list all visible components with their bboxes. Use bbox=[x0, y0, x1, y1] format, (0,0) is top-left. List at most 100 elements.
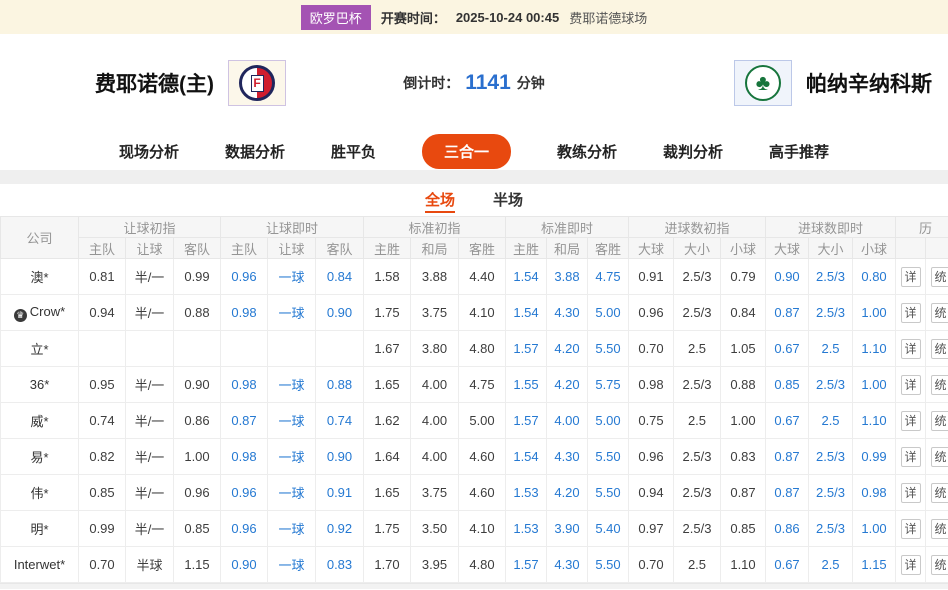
stats-button[interactable]: 统 bbox=[931, 519, 948, 539]
detail-button[interactable]: 详 bbox=[901, 339, 921, 359]
odds-cell[interactable]: 0.87 bbox=[766, 439, 809, 475]
odds-cell[interactable]: 2.5/3 bbox=[809, 259, 853, 295]
odds-cell[interactable]: 2.5 bbox=[809, 331, 853, 367]
odds-cell[interactable]: 5.50 bbox=[588, 547, 629, 583]
odds-cell[interactable]: 5.00 bbox=[588, 403, 629, 439]
odds-cell[interactable]: 0.98 bbox=[221, 439, 268, 475]
odds-cell[interactable]: 0.87 bbox=[766, 475, 809, 511]
odds-cell[interactable]: 一球 bbox=[268, 511, 316, 547]
odds-cell[interactable]: 一球 bbox=[268, 403, 316, 439]
odds-cell[interactable]: 4.20 bbox=[547, 367, 588, 403]
odds-cell[interactable]: 5.50 bbox=[588, 331, 629, 367]
odds-cell[interactable]: 1.10 bbox=[853, 331, 896, 367]
company-cell[interactable]: 36* bbox=[1, 367, 79, 403]
stats-button[interactable]: 统 bbox=[931, 411, 948, 431]
odds-cell[interactable]: 0.98 bbox=[853, 475, 896, 511]
odds-cell[interactable]: 1.53 bbox=[506, 475, 547, 511]
odds-cell[interactable]: 1.54 bbox=[506, 439, 547, 475]
stats-button[interactable]: 统 bbox=[931, 447, 948, 467]
odds-cell[interactable]: 1.55 bbox=[506, 367, 547, 403]
odds-cell[interactable]: 0.88 bbox=[316, 367, 364, 403]
odds-cell[interactable]: 1.57 bbox=[506, 403, 547, 439]
odds-cell[interactable]: 0.90 bbox=[221, 547, 268, 583]
odds-cell[interactable]: 1.54 bbox=[506, 259, 547, 295]
odds-cell[interactable]: 1.00 bbox=[853, 295, 896, 331]
nav-tab-6[interactable]: 裁判分析 bbox=[663, 141, 723, 162]
odds-cell[interactable]: 4.30 bbox=[547, 295, 588, 331]
company-cell[interactable]: 明* bbox=[1, 511, 79, 547]
company-cell[interactable]: 伟* bbox=[1, 475, 79, 511]
odds-cell[interactable]: 0.67 bbox=[766, 331, 809, 367]
odds-cell[interactable]: 0.86 bbox=[766, 511, 809, 547]
odds-cell[interactable]: 0.74 bbox=[316, 403, 364, 439]
stats-button[interactable]: 统 bbox=[931, 375, 948, 395]
odds-cell[interactable]: 3.88 bbox=[547, 259, 588, 295]
nav-tab-5[interactable]: 教练分析 bbox=[557, 141, 617, 162]
stats-button[interactable]: 统 bbox=[931, 555, 948, 575]
nav-tab-3[interactable]: 胜平负 bbox=[331, 141, 376, 162]
odds-cell[interactable]: 0.96 bbox=[221, 259, 268, 295]
odds-cell[interactable]: 0.67 bbox=[766, 403, 809, 439]
detail-button[interactable]: 详 bbox=[901, 267, 921, 287]
odds-cell[interactable]: 1.54 bbox=[506, 295, 547, 331]
odds-cell[interactable]: 一球 bbox=[268, 259, 316, 295]
detail-button[interactable]: 详 bbox=[901, 411, 921, 431]
stats-button[interactable]: 统 bbox=[931, 483, 948, 503]
odds-cell[interactable]: 0.90 bbox=[316, 439, 364, 475]
company-cell[interactable]: 威* bbox=[1, 403, 79, 439]
odds-cell[interactable]: 2.5 bbox=[809, 547, 853, 583]
odds-cell[interactable]: 5.50 bbox=[588, 475, 629, 511]
stats-button[interactable]: 统 bbox=[931, 267, 948, 287]
odds-cell[interactable]: 2.5/3 bbox=[809, 295, 853, 331]
detail-button[interactable]: 详 bbox=[901, 555, 921, 575]
odds-cell[interactable]: 一球 bbox=[268, 367, 316, 403]
company-cell[interactable]: ♛Crow* bbox=[1, 295, 79, 331]
odds-cell[interactable]: 4.30 bbox=[547, 439, 588, 475]
odds-cell[interactable]: 1.57 bbox=[506, 331, 547, 367]
odds-cell[interactable]: 4.75 bbox=[588, 259, 629, 295]
odds-cell[interactable]: 2.5/3 bbox=[809, 439, 853, 475]
nav-tab-7[interactable]: 高手推荐 bbox=[769, 141, 829, 162]
nav-tab-1[interactable]: 现场分析 bbox=[119, 141, 179, 162]
odds-cell[interactable]: 0.92 bbox=[316, 511, 364, 547]
odds-cell[interactable]: 0.87 bbox=[221, 403, 268, 439]
odds-cell[interactable]: 0.84 bbox=[316, 259, 364, 295]
odds-cell[interactable]: 一球 bbox=[268, 475, 316, 511]
odds-cell[interactable]: 5.00 bbox=[588, 295, 629, 331]
odds-cell[interactable]: 0.96 bbox=[221, 511, 268, 547]
odds-cell[interactable]: 一球 bbox=[268, 439, 316, 475]
odds-cell[interactable]: 2.5/3 bbox=[809, 367, 853, 403]
odds-cell[interactable]: 1.57 bbox=[506, 547, 547, 583]
subtab-1[interactable]: 全场 bbox=[425, 189, 455, 213]
odds-cell[interactable]: 2.5/3 bbox=[809, 511, 853, 547]
odds-cell[interactable]: 1.15 bbox=[853, 547, 896, 583]
detail-button[interactable]: 详 bbox=[901, 483, 921, 503]
odds-cell[interactable]: 0.98 bbox=[221, 295, 268, 331]
odds-cell[interactable]: 一球 bbox=[268, 547, 316, 583]
odds-cell[interactable]: 4.20 bbox=[547, 475, 588, 511]
odds-cell[interactable]: 0.91 bbox=[316, 475, 364, 511]
odds-cell[interactable]: 1.00 bbox=[853, 511, 896, 547]
subtab-2[interactable]: 半场 bbox=[493, 189, 523, 213]
odds-cell[interactable]: 0.67 bbox=[766, 547, 809, 583]
odds-cell[interactable]: 0.98 bbox=[221, 367, 268, 403]
odds-cell[interactable]: 5.50 bbox=[588, 439, 629, 475]
company-cell[interactable]: 立* bbox=[1, 331, 79, 367]
company-cell[interactable]: 澳* bbox=[1, 259, 79, 295]
odds-cell[interactable]: 0.90 bbox=[766, 259, 809, 295]
odds-cell[interactable]: 5.75 bbox=[588, 367, 629, 403]
odds-cell[interactable]: 1.53 bbox=[506, 511, 547, 547]
odds-cell[interactable]: 1.10 bbox=[853, 403, 896, 439]
odds-cell[interactable]: 0.90 bbox=[316, 295, 364, 331]
odds-cell[interactable]: 5.40 bbox=[588, 511, 629, 547]
detail-button[interactable]: 详 bbox=[901, 303, 921, 323]
odds-cell[interactable]: 0.85 bbox=[766, 367, 809, 403]
odds-cell[interactable]: 4.20 bbox=[547, 331, 588, 367]
detail-button[interactable]: 详 bbox=[901, 375, 921, 395]
odds-cell[interactable]: 4.00 bbox=[547, 403, 588, 439]
odds-cell[interactable]: 0.83 bbox=[316, 547, 364, 583]
odds-cell[interactable]: 0.80 bbox=[853, 259, 896, 295]
detail-button[interactable]: 详 bbox=[901, 519, 921, 539]
odds-cell[interactable]: 1.00 bbox=[853, 367, 896, 403]
nav-tab-4[interactable]: 三合一 bbox=[422, 134, 511, 169]
